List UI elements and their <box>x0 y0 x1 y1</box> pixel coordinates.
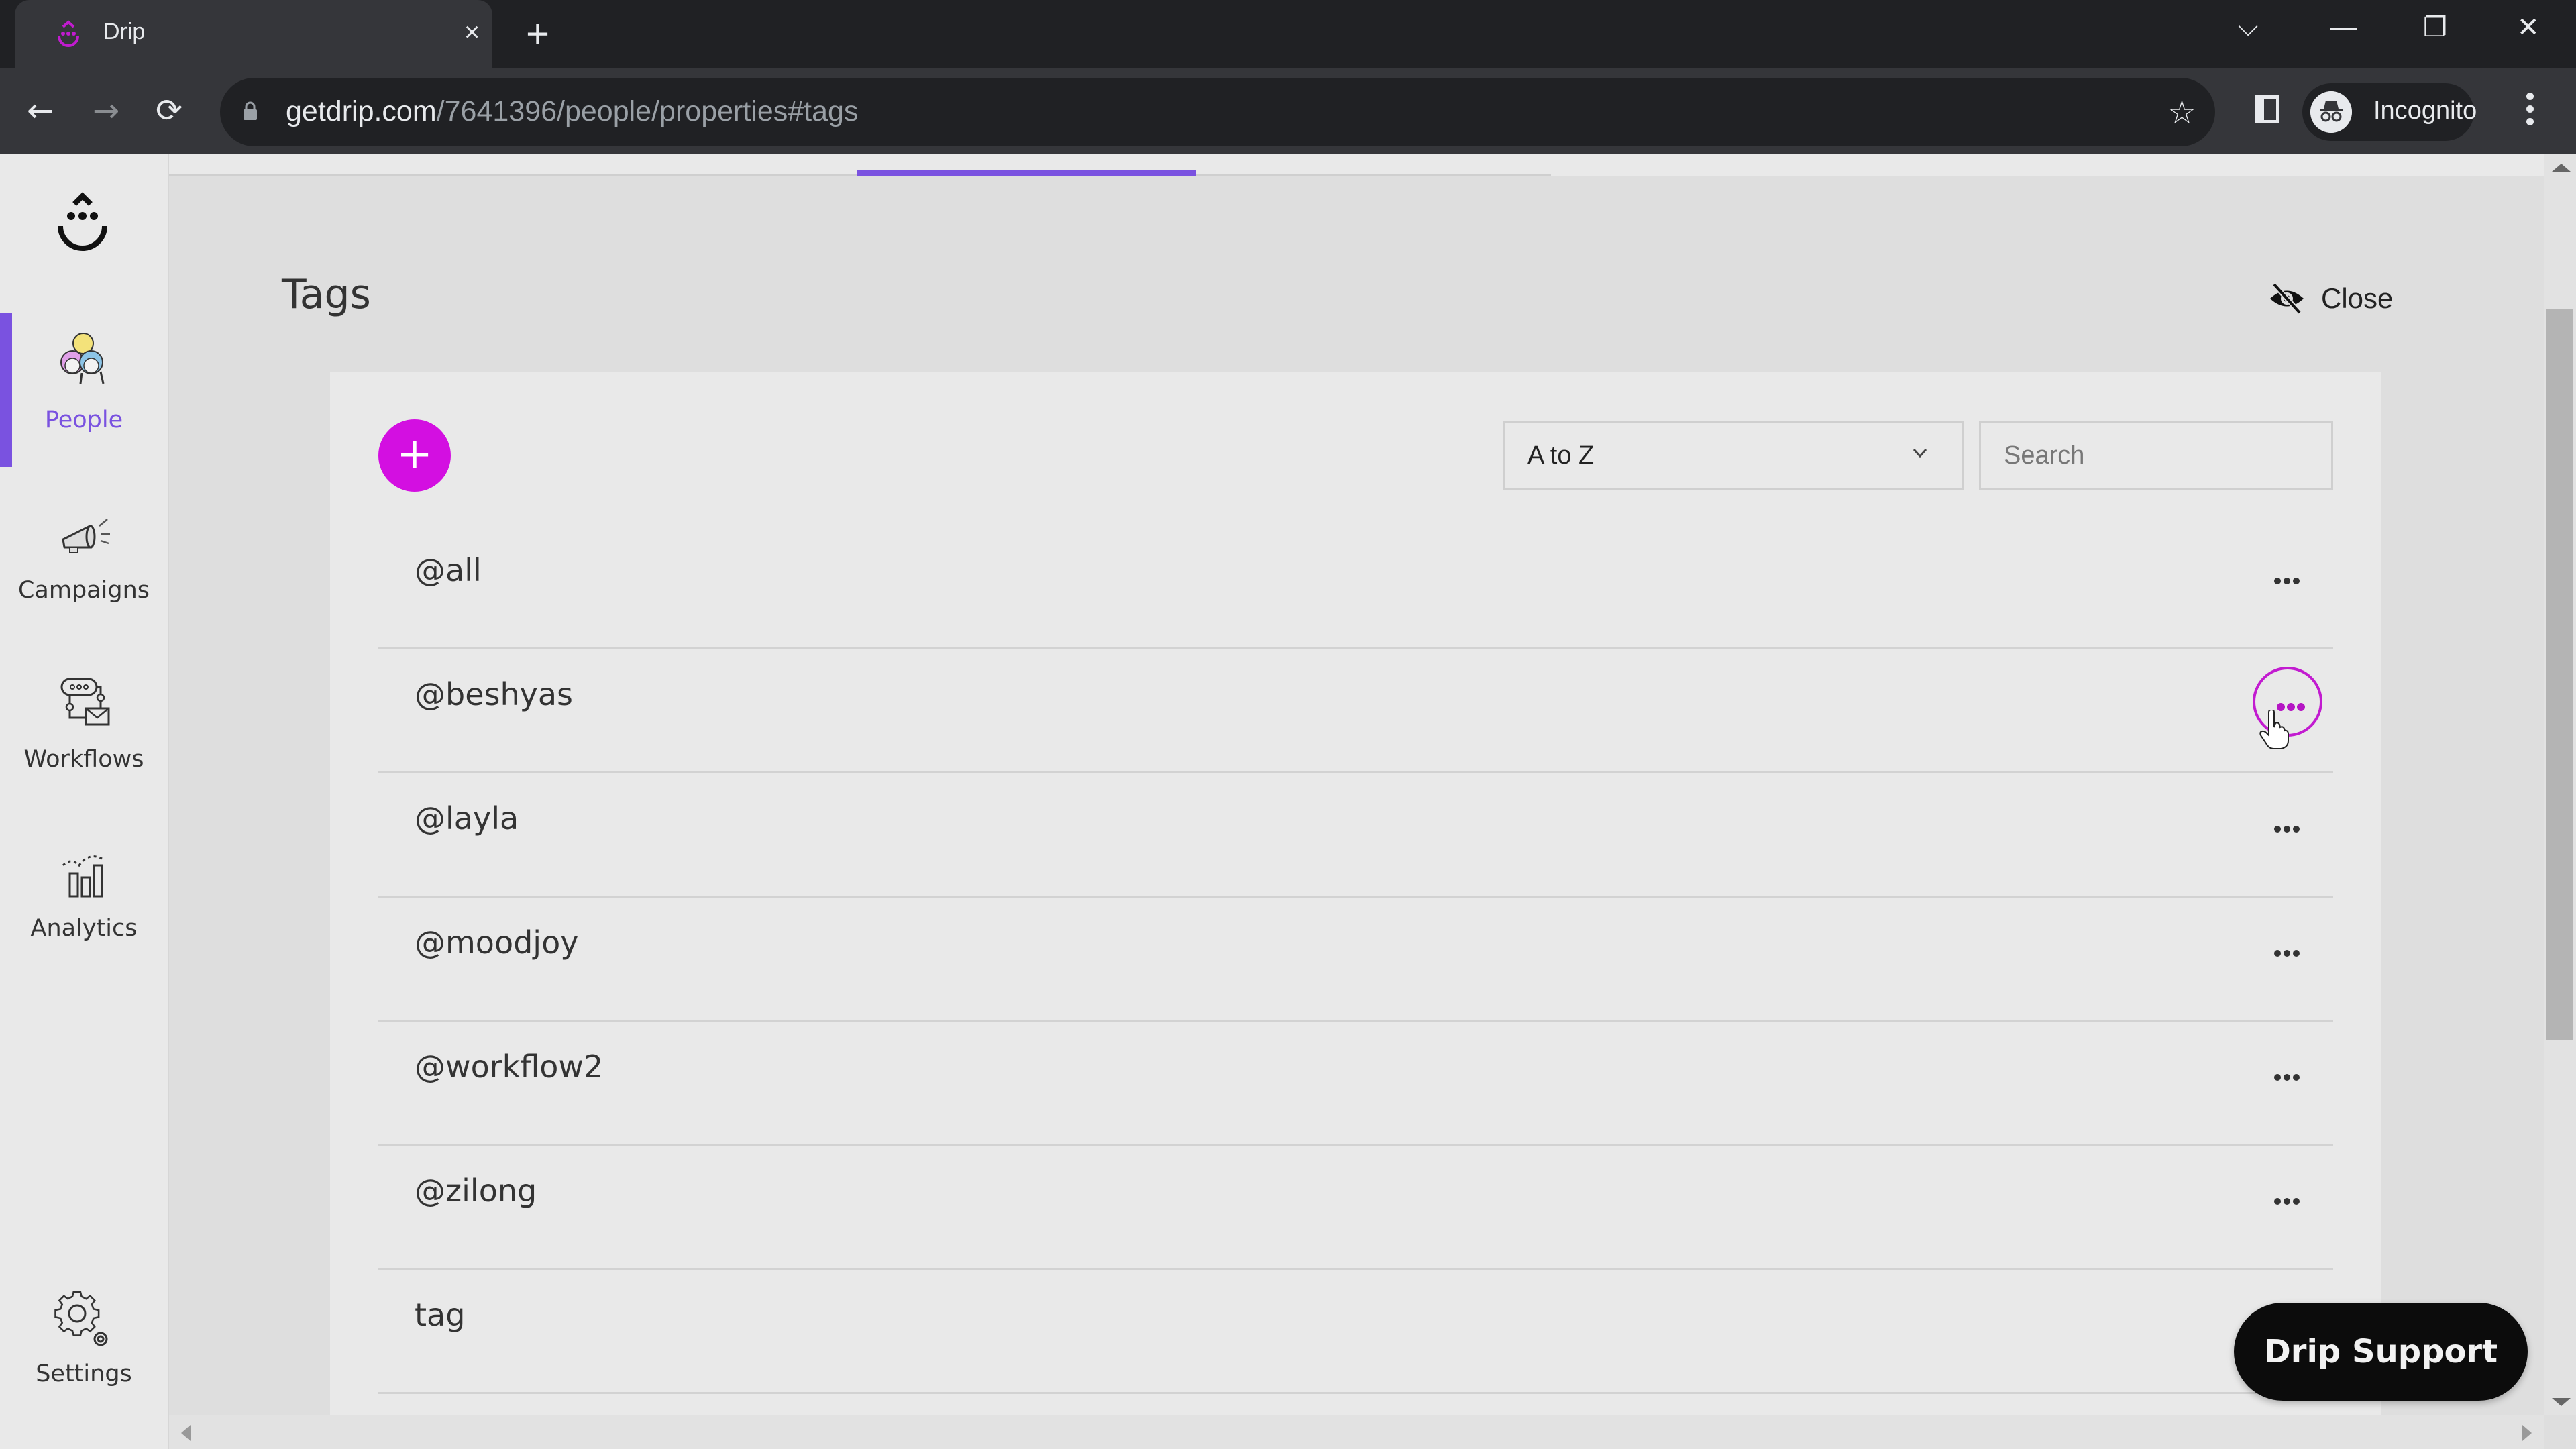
people-icon <box>60 333 105 384</box>
incognito-icon <box>2310 91 2352 133</box>
horizontal-scrollbar[interactable] <box>169 1415 2544 1449</box>
tag-more-options-button[interactable] <box>2253 791 2322 861</box>
eye-slash-icon <box>2270 282 2304 315</box>
sidebar-item-label: Analytics <box>30 915 138 942</box>
tag-name: @workflow2 <box>415 1049 604 1085</box>
analytics-icon <box>62 855 103 898</box>
tag-list: @all @beshyas @layla @moodjoy @workflow2… <box>378 525 2333 1394</box>
sidebar-item-label: Settings <box>36 1360 132 1387</box>
lock-icon <box>244 101 257 120</box>
sidebar-item-settings[interactable]: Settings <box>0 1267 168 1421</box>
add-tag-button[interactable]: + <box>378 419 451 492</box>
new-tab-button[interactable]: + <box>526 11 549 58</box>
tag-row[interactable]: tag <box>378 1270 2333 1394</box>
drip-logo-icon[interactable] <box>52 189 113 263</box>
tag-more-options-button[interactable] <box>2253 1039 2322 1109</box>
workflow-icon <box>60 678 110 726</box>
ellipsis-icon <box>2274 574 2302 587</box>
url-host: getdrip.com <box>286 95 437 127</box>
megaphone-icon <box>62 519 110 553</box>
tag-name: tag <box>415 1297 466 1333</box>
tab-search-icon[interactable]: ⌵ <box>2238 12 2258 42</box>
tag-name: @layla <box>415 800 519 837</box>
scroll-up-arrow-icon[interactable] <box>2552 164 2571 172</box>
tags-panel: + A to Z @all @beshyas @layla @moodjoy @… <box>330 372 2381 1419</box>
reload-button[interactable]: ⟳ <box>156 94 182 127</box>
sidebar-item-label: Campaigns <box>17 577 150 604</box>
vertical-scrollbar[interactable] <box>2544 154 2576 1415</box>
browser-tab-bar: Drip × + ⌵ — ❐ ✕ <box>0 0 2576 68</box>
address-bar[interactable]: getdrip.com/7641396/people/properties#ta… <box>220 78 2215 146</box>
ellipsis-icon <box>2274 1195 2302 1208</box>
sort-selected-value: A to Z <box>1527 441 1595 470</box>
drip-support-button[interactable]: Drip Support <box>2234 1303 2528 1401</box>
drip-favicon-icon <box>58 20 79 47</box>
tag-name: @zilong <box>415 1173 537 1209</box>
scroll-right-arrow-icon[interactable] <box>2522 1425 2532 1441</box>
scrollbar-thumb[interactable] <box>2546 309 2573 1040</box>
browser-tab[interactable]: Drip × <box>15 0 492 68</box>
tag-row[interactable]: @zilong <box>378 1146 2333 1270</box>
page-title: Tags <box>282 271 371 318</box>
app-sidebar: People Campaigns Workflows Analytics Set… <box>0 154 169 1449</box>
url-text[interactable]: getdrip.com/7641396/people/properties#ta… <box>286 95 858 128</box>
incognito-profile-button[interactable]: Incognito <box>2302 83 2477 141</box>
tag-more-options-button[interactable] <box>2253 1163 2322 1233</box>
tag-name: @all <box>415 552 482 588</box>
tab-tags-active-indicator[interactable] <box>857 170 1196 176</box>
sidebar-item-people[interactable]: People <box>0 313 168 467</box>
tag-row[interactable]: @moodjoy <box>378 898 2333 1022</box>
browser-menu-icon[interactable] <box>2526 93 2534 131</box>
tag-more-options-button[interactable] <box>2253 915 2322 985</box>
tab-title: Drip <box>103 19 146 44</box>
tag-more-options-button[interactable] <box>2253 543 2322 612</box>
tag-name: @moodjoy <box>415 924 579 961</box>
back-button[interactable]: ← <box>27 94 54 127</box>
ellipsis-icon <box>2274 1071 2302 1083</box>
sort-select[interactable]: A to Z <box>1503 421 1964 490</box>
url-path: /7641396/people/properties#tags <box>436 95 859 127</box>
tab-close-icon[interactable]: × <box>464 17 480 48</box>
hand-cursor-icon <box>2259 710 2289 749</box>
search-input[interactable] <box>1979 421 2333 490</box>
window-close-button[interactable]: ✕ <box>2517 12 2540 43</box>
ellipsis-icon <box>2274 822 2302 835</box>
ellipsis-icon <box>2274 947 2302 959</box>
tag-name: @beshyas <box>415 676 573 712</box>
tag-row[interactable]: @layla <box>378 773 2333 898</box>
bookmark-star-icon[interactable]: ☆ <box>2167 94 2196 131</box>
chevron-down-icon <box>1913 448 1927 458</box>
tag-row[interactable]: @all <box>378 525 2333 649</box>
gear-icon <box>54 1291 108 1346</box>
tag-row[interactable]: @workflow2 <box>378 1022 2333 1146</box>
active-indicator <box>0 313 12 467</box>
close-label: Close <box>2321 282 2394 314</box>
side-panel-icon[interactable] <box>2255 95 2279 123</box>
sidebar-item-label: People <box>44 407 123 433</box>
sidebar-item-analytics[interactable]: Analytics <box>0 821 168 975</box>
sidebar-item-label: Workflows <box>23 746 144 773</box>
browser-toolbar: ← → ⟳ getdrip.com/7641396/people/propert… <box>0 68 2576 154</box>
properties-tab-strip <box>169 154 2576 176</box>
incognito-label: Incognito <box>2373 97 2477 125</box>
minimize-button[interactable]: — <box>2330 12 2357 42</box>
sidebar-item-campaigns[interactable]: Campaigns <box>0 483 168 637</box>
close-button[interactable]: Close <box>2267 278 2393 319</box>
scroll-left-arrow-icon[interactable] <box>181 1425 191 1441</box>
forward-button[interactable]: → <box>93 94 119 127</box>
restore-button[interactable]: ❐ <box>2423 12 2447 43</box>
sidebar-item-workflows[interactable]: Workflows <box>0 652 168 806</box>
tag-row[interactable]: @beshyas <box>378 649 2333 773</box>
scroll-down-arrow-icon[interactable] <box>2552 1398 2571 1406</box>
